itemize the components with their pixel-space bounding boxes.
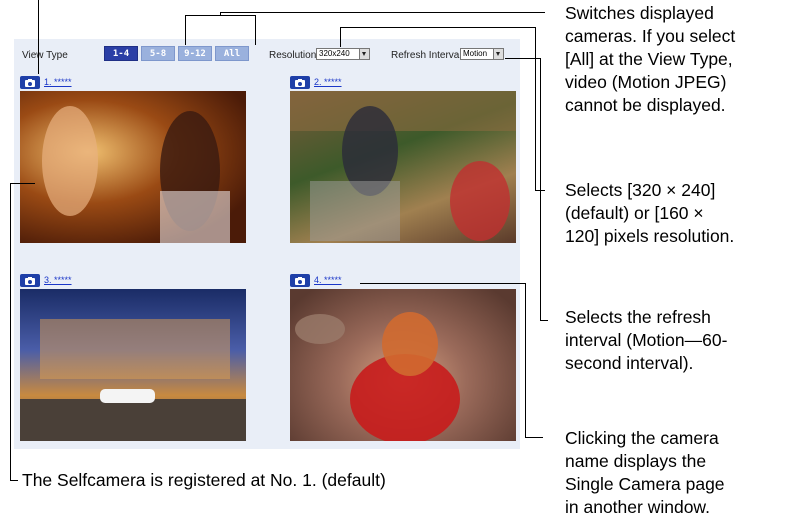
- view-type-button-5-8[interactable]: 5-8: [141, 46, 175, 61]
- view-type-button-9-12[interactable]: 9-12: [178, 46, 212, 61]
- annotation-line: Selects [320 × 240]: [565, 180, 716, 200]
- annotation-selfcamera: The Selfcamera is registered at No. 1. (…: [22, 470, 386, 490]
- refresh-interval-value: Motion: [463, 49, 488, 58]
- camera-image-1-scene: [42, 106, 230, 243]
- camera-header: 4. *****: [290, 273, 516, 289]
- camera-header: 2. *****: [290, 75, 516, 91]
- camera-name-link-1[interactable]: 1. *****: [44, 77, 72, 87]
- refresh-interval-label: Refresh Interval: [391, 50, 462, 61]
- refresh-interval-select[interactable]: Motion: [460, 48, 504, 60]
- resolution-value: 320x240: [319, 49, 350, 58]
- annotation-line: 120] pixels resolution.: [565, 226, 735, 246]
- annotation-line: Clicking the camera: [565, 428, 719, 448]
- camera-image-4: [290, 289, 516, 441]
- annotation-line: interval (Motion—60-: [565, 330, 728, 350]
- annotation-line: in another window.: [565, 497, 710, 517]
- camera-header: 3. *****: [20, 273, 246, 289]
- annotation-line: cannot be displayed.: [565, 95, 726, 115]
- annotation-resolution: Selects [320 × 240] (default) or [160 × …: [565, 179, 734, 248]
- camera-name-link-2[interactable]: 2. *****: [314, 77, 342, 87]
- camera-image-1: [20, 91, 246, 243]
- view-type-button-all[interactable]: All: [215, 46, 249, 61]
- resolution-label: Resolution: [269, 50, 317, 61]
- camera-tile-1: 1. *****: [20, 75, 246, 243]
- camera-name-link-4[interactable]: 4. *****: [314, 275, 342, 285]
- annotation-line: video (Motion JPEG): [565, 72, 727, 92]
- camera-icon[interactable]: [20, 76, 40, 89]
- multi-screen-panel: View Type 1-4 5-8 9-12 All Resolution 32…: [14, 39, 520, 449]
- view-type-label: View Type: [22, 50, 68, 61]
- camera-tile-4: 4. *****: [290, 273, 516, 441]
- annotation-line: name displays the: [565, 451, 707, 471]
- annotation-line: second interval).: [565, 353, 694, 373]
- chevron-down-icon: [359, 49, 369, 59]
- resolution-select[interactable]: 320x240: [316, 48, 370, 60]
- annotation-camera-name: Clicking the camera name displays the Si…: [565, 427, 725, 519]
- annotation-line: Selects the refresh: [565, 307, 711, 327]
- camera-icon[interactable]: [290, 274, 310, 287]
- camera-tile-3: 3. *****: [20, 273, 246, 441]
- camera-name-link-3[interactable]: 3. *****: [44, 275, 72, 285]
- camera-image-3-scene: [20, 319, 246, 441]
- annotation-view-type: Switches displayed cameras. If you selec…: [565, 2, 735, 117]
- annotation-line: Single Camera page: [565, 474, 725, 494]
- annotation-line: Switches displayed: [565, 3, 714, 23]
- camera-icon[interactable]: [290, 76, 310, 89]
- camera-icon[interactable]: [20, 274, 40, 287]
- annotation-line: (default) or [160 ×: [565, 203, 704, 223]
- camera-header: 1. *****: [20, 75, 246, 91]
- chevron-down-icon: [493, 49, 503, 59]
- camera-image-2-scene: [290, 91, 516, 241]
- annotation-refresh: Selects the refresh interval (Motion—60-…: [565, 306, 727, 375]
- camera-tile-2: 2. *****: [290, 75, 516, 243]
- camera-image-2: [290, 91, 516, 243]
- camera-image-4-scene: [295, 312, 460, 441]
- annotation-line: cameras. If you select: [565, 26, 736, 46]
- view-type-button-1-4[interactable]: 1-4: [104, 46, 138, 61]
- annotation-line: [All] at the View Type,: [565, 49, 733, 69]
- toolbar: View Type 1-4 5-8 9-12 All Resolution 32…: [14, 39, 520, 69]
- camera-image-3: [20, 289, 246, 441]
